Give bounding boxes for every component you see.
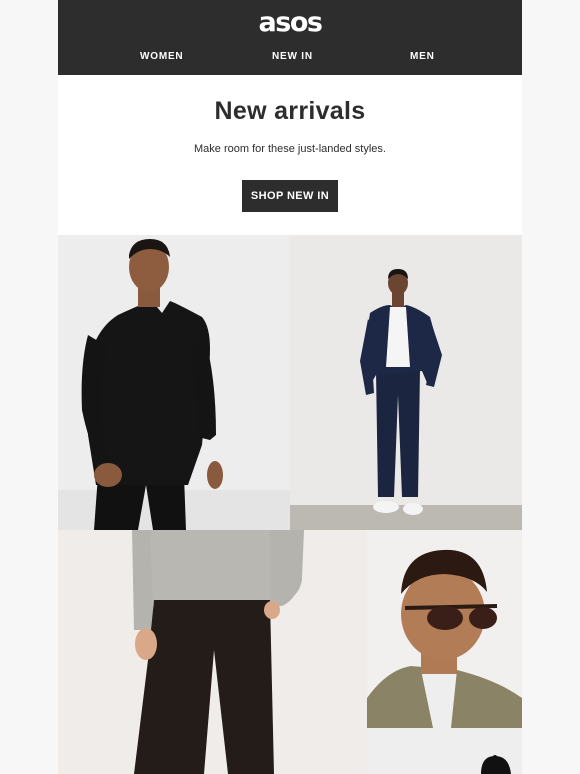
- asos-logo[interactable]: asos: [58, 8, 522, 38]
- cap-product-photo[interactable]: [367, 728, 522, 774]
- black-shirt-model-photo[interactable]: [58, 235, 290, 530]
- nav-link-women[interactable]: WOMEN: [140, 51, 183, 63]
- main-nav: WOMEN NEW IN MEN: [58, 51, 522, 63]
- hero-title: New arrivals: [214, 97, 366, 125]
- navy-suit-model-photo[interactable]: [290, 235, 522, 530]
- sunglasses-model-photo[interactable]: [367, 530, 522, 728]
- header-bar: asos WOMEN NEW IN MEN: [58, 0, 522, 75]
- email-container: asos WOMEN NEW IN MEN New arrivals Make …: [58, 0, 522, 774]
- shop-new-in-button[interactable]: SHOP NEW IN: [242, 180, 338, 212]
- hero-subtitle: Make room for these just-landed styles.: [194, 143, 386, 155]
- nav-link-men[interactable]: MEN: [410, 51, 435, 63]
- grey-jumper-trousers-photo[interactable]: [58, 530, 367, 774]
- nav-link-new-in[interactable]: NEW IN: [272, 51, 313, 63]
